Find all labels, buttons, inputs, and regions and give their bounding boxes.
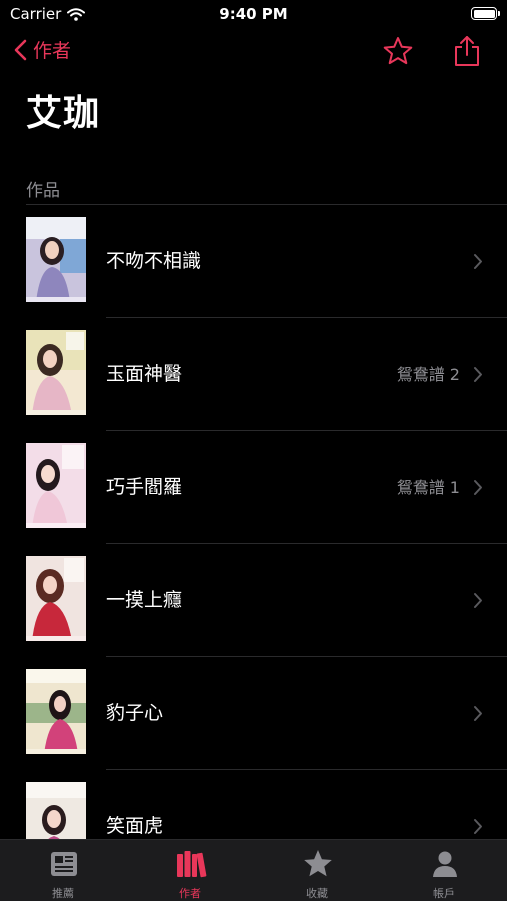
author-name-title: 艾珈 bbox=[26, 93, 101, 134]
chevron-right-icon bbox=[474, 367, 482, 382]
chevron-left-icon bbox=[14, 39, 27, 60]
book-row-2[interactable]: 玉面神醫 鴛鴦譜 2 bbox=[0, 318, 507, 431]
share-icon bbox=[455, 36, 479, 66]
book-series: 鴛鴦譜 1 bbox=[396, 478, 460, 497]
tab-label: 帳戶 bbox=[433, 887, 455, 900]
book-series: 鴛鴦譜 2 bbox=[396, 365, 460, 384]
book-list: 不吻不相識 玉面神醫 鴛鴦譜 2 巧手閻羅 鴛鴦譜 1 一摸上癮 豹子心 笑面虎 bbox=[0, 205, 507, 883]
tab-recommend[interactable]: 推薦 bbox=[0, 840, 126, 901]
book-title: 不吻不相識 bbox=[106, 250, 202, 272]
book-cover-image bbox=[26, 330, 86, 415]
tab-bar: 推薦 作者 收藏 帳戶 bbox=[0, 839, 507, 901]
chevron-right-icon bbox=[474, 706, 482, 721]
tab-label: 收藏 bbox=[306, 887, 328, 900]
navigation-bar: 作者 bbox=[0, 32, 507, 76]
person-icon bbox=[433, 851, 457, 877]
book-row-1[interactable]: 不吻不相識 bbox=[0, 205, 507, 318]
books-icon bbox=[177, 851, 207, 878]
tab-label: 推薦 bbox=[52, 887, 74, 900]
chevron-right-icon bbox=[474, 819, 482, 834]
book-title: 玉面神醫 bbox=[106, 363, 183, 385]
book-cover-image bbox=[26, 556, 86, 641]
favorite-button[interactable] bbox=[382, 35, 414, 71]
back-label: 作者 bbox=[33, 40, 72, 62]
book-title: 巧手閻羅 bbox=[106, 476, 183, 498]
book-title: 一摸上癮 bbox=[106, 589, 183, 611]
star-outline-icon bbox=[383, 37, 413, 65]
newspaper-icon bbox=[51, 852, 77, 876]
chevron-right-icon bbox=[474, 593, 482, 608]
book-row-4[interactable]: 一摸上癮 bbox=[0, 544, 507, 657]
star-icon bbox=[304, 850, 332, 877]
book-cover-image bbox=[26, 443, 86, 528]
book-row-5[interactable]: 豹子心 bbox=[0, 657, 507, 770]
works-section-header: 作品 bbox=[26, 181, 60, 201]
tab-account[interactable]: 帳戶 bbox=[381, 840, 507, 901]
tab-label: 作者 bbox=[179, 887, 201, 900]
battery-icon bbox=[471, 7, 500, 20]
book-cover-image bbox=[26, 669, 86, 754]
chevron-right-icon bbox=[474, 254, 482, 269]
book-row-3[interactable]: 巧手閻羅 鴛鴦譜 1 bbox=[0, 431, 507, 544]
tab-authors[interactable]: 作者 bbox=[127, 840, 253, 901]
book-title: 豹子心 bbox=[106, 702, 164, 724]
tab-favorites[interactable]: 收藏 bbox=[254, 840, 380, 901]
back-button[interactable]: 作者 bbox=[14, 36, 71, 63]
status-bar: Carrier 9:40 PM bbox=[0, 0, 507, 28]
chevron-right-icon bbox=[474, 480, 482, 495]
share-button[interactable] bbox=[452, 34, 482, 72]
status-time: 9:40 PM bbox=[219, 5, 288, 23]
book-cover-image bbox=[26, 217, 86, 302]
